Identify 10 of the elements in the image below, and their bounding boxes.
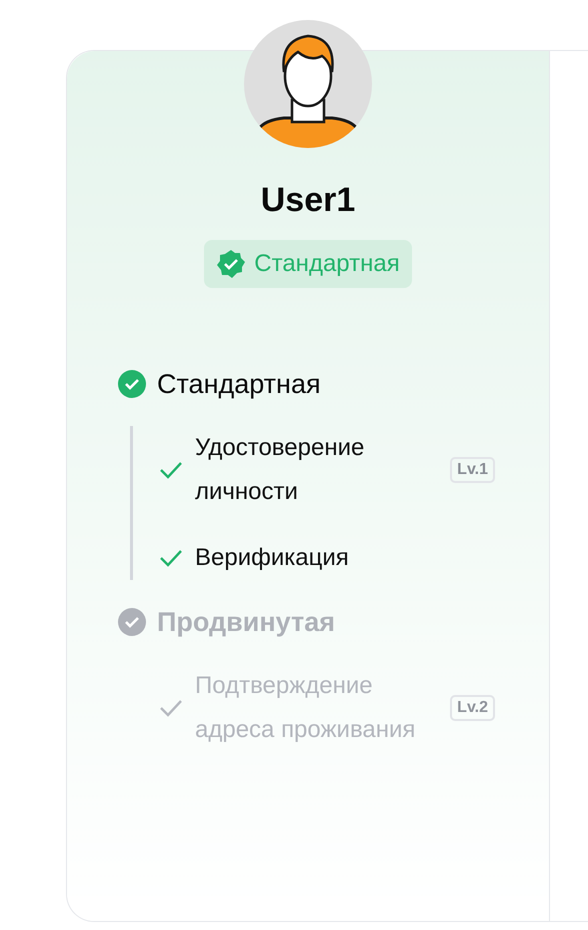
level-tag: Lv.2 bbox=[450, 695, 495, 721]
verified-badge-icon bbox=[216, 249, 246, 279]
requirement-label: Подтверждение адреса проживания bbox=[195, 671, 416, 745]
level-title: Стандартная bbox=[157, 368, 321, 400]
level-tag: Lv.1 bbox=[450, 457, 495, 483]
level-title: Продвинутая bbox=[157, 606, 336, 638]
verification-badge: Стандартная bbox=[204, 240, 412, 288]
user-name: User1 bbox=[260, 180, 356, 220]
requirement-label: Удостоверение личности bbox=[195, 433, 366, 507]
requirement-label: Верификация bbox=[195, 543, 350, 573]
